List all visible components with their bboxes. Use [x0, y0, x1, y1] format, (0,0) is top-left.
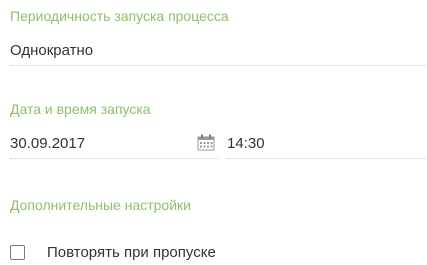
- periodicity-value: Однократно: [10, 42, 94, 59]
- additional-settings-label: Дополнительные настройки: [10, 197, 191, 213]
- periodicity-field[interactable]: Однократно: [10, 40, 425, 66]
- repeat-on-skip-checkbox[interactable]: [10, 245, 25, 260]
- start-date-field[interactable]: 30.09.2017: [10, 133, 218, 159]
- start-time-field[interactable]: 14:30: [227, 133, 425, 159]
- start-date-value: 30.09.2017: [10, 135, 86, 152]
- start-time-value: 14:30: [227, 135, 265, 152]
- repeat-on-skip-label[interactable]: Повторять при пропуске: [47, 244, 216, 261]
- periodicity-label: Периодичность запуска процесса: [10, 8, 229, 24]
- start-datetime-label: Дата и время запуска: [10, 101, 151, 117]
- calendar-icon[interactable]: [197, 134, 215, 151]
